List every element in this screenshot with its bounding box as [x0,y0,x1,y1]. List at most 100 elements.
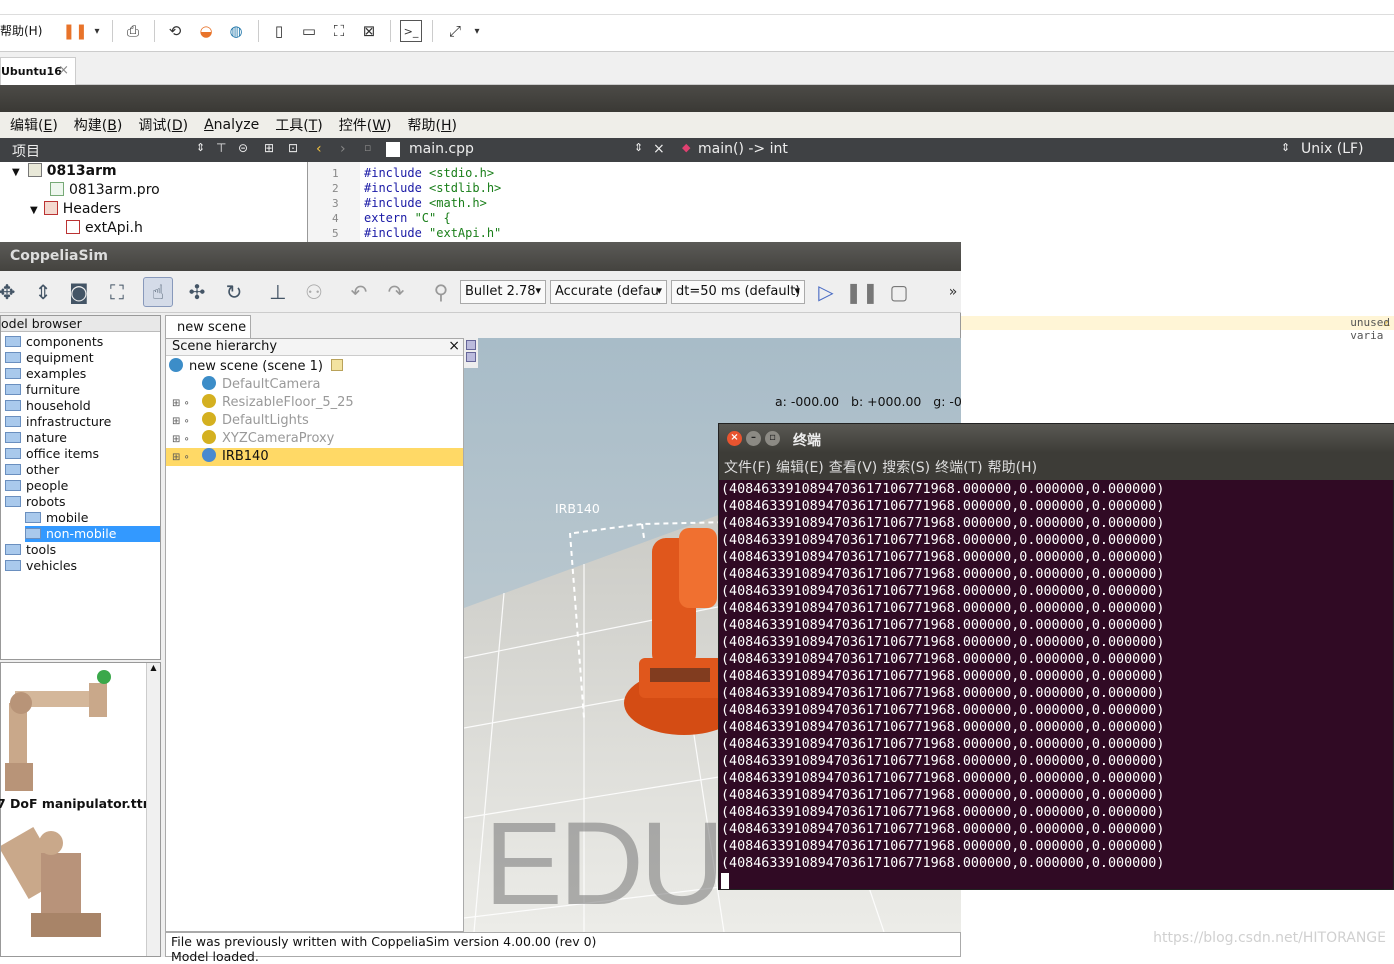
accuracy-select[interactable]: Accurate (defau [550,280,667,304]
vm-tab-ubuntu16[interactable]: Ubuntu16 × [0,57,76,85]
updown-icon[interactable]: ⇕ [1281,141,1290,154]
camera-pan-icon[interactable]: ✥ [0,277,22,307]
model-folder-non-mobile[interactable]: non-mobile [25,526,160,542]
terminal-menu-item[interactable]: 查看(V) [829,457,878,477]
vm-help-menu[interactable]: 帮助(H) [0,22,42,39]
model-folder-vehicles[interactable]: vehicles [5,558,160,574]
thumbnail-bar-icon[interactable]: ▭ [298,20,320,42]
stretch-icon[interactable]: ⤢ [444,20,466,42]
split-icon[interactable]: ⊞ [264,141,274,155]
qt-menu-item[interactable]: 工具(T) [275,115,323,135]
model-folder-examples[interactable]: examples [5,366,160,382]
open-file-name[interactable]: main.cpp [409,141,474,157]
chevron-down-icon[interactable]: ▾ [86,20,108,42]
snapshot-icon[interactable]: ⟲ [164,20,186,42]
terminal-menu-item[interactable]: 文件(F) [724,457,771,477]
transfer-dna-icon[interactable]: ⚇ [299,277,329,307]
qt-menu-item[interactable]: 构建(B) [74,115,123,135]
chevron-down-icon[interactable]: ▾ [466,20,488,42]
model-folder-components[interactable]: components [5,334,160,350]
fullscreen-icon[interactable]: ⛶ [328,20,350,42]
model-folder-tools[interactable]: tools [5,542,160,558]
fit-to-view-icon[interactable]: ⛶ [102,277,132,307]
assemble-icon[interactable]: ⊥ [263,277,293,307]
model-folder-mobile[interactable]: mobile [25,510,160,526]
object-rotate-icon[interactable]: ↻ [219,277,249,307]
thumbnail-scrollbar[interactable]: ▲ [146,663,160,956]
code-line[interactable]: #include <stdlib.h> [364,181,501,196]
undo-icon[interactable]: ↶ [344,277,374,307]
camera-shift-icon[interactable]: ⇕ [28,277,58,307]
hierarchy-item-xyzcameraproxy[interactable]: ⊞ ∘ XYZCameraProxy [166,430,463,448]
filter-icon[interactable]: ⊤ [216,141,226,155]
model-folder-robots[interactable]: robots [5,494,160,510]
hierarchy-item-defaultcamera[interactable]: DefaultCamera [166,376,463,394]
tree-item-project[interactable]: ▼ 0813arm [12,163,117,182]
hierarchy-item-resizablefloor_5_25[interactable]: ⊞ ∘ ResizableFloor_5_25 [166,394,463,412]
updown-icon[interactable]: ⇕ [196,141,205,154]
send-keys-icon[interactable]: ⎙ [122,20,144,42]
stop-icon[interactable]: ▢ [884,277,914,307]
timestep-select[interactable]: dt=50 ms (default) [671,280,805,304]
terminal-output[interactable]: (4084633910894703617106771968.000000,0.0… [719,481,1394,891]
line-ending-selector[interactable]: Unix (LF) [1301,141,1364,157]
model-folder-nature[interactable]: nature [5,430,160,446]
terminal-menu-item[interactable]: 帮助(H) [988,457,1037,477]
qt-menu-item[interactable]: 编辑(E) [10,115,58,135]
model-folder-furniture[interactable]: furniture [5,382,160,398]
code-line[interactable]: #include <math.h> [364,196,487,211]
qt-menu-item[interactable]: 调试(D) [138,115,188,135]
qt-menu-item[interactable]: 帮助(H) [408,115,457,135]
model-folder-household[interactable]: household [5,398,160,414]
terminal-menu-item[interactable]: 搜索(S) [882,457,930,477]
minimize-icon[interactable]: – [746,431,761,446]
model-folder-office-items[interactable]: office items [5,446,160,462]
unity-icon[interactable]: ⊠ [358,20,380,42]
console-icon[interactable]: >_ [400,20,422,42]
link-icon[interactable]: ⊝ [238,141,248,155]
terminal-menu-item[interactable]: 编辑(E) [776,457,824,477]
model-folder-people[interactable]: people [5,478,160,494]
play-icon[interactable]: ▷ [811,277,841,307]
tree-item-pro-file[interactable]: 0813arm.pro [50,182,160,201]
hierarchy-item-irb140[interactable]: ⊞ ∘ IRB140 [166,448,463,466]
code-line[interactable]: #include <stdio.h> [364,166,494,181]
qt-menu-item[interactable]: 控件(W) [339,115,392,135]
close-icon[interactable]: × [58,63,69,78]
qt-menu-item[interactable]: Analyze [204,117,259,133]
model-folder-other[interactable]: other [5,462,160,478]
dynamics-icon[interactable]: ⚲ [426,277,456,307]
hierarchy-item-defaultlights[interactable]: ⊞ ∘ DefaultLights [166,412,463,430]
scene-root[interactable]: new scene (scene 1) [166,358,463,376]
camera-icon[interactable]: ◙ [64,277,94,307]
more-icon[interactable]: » [938,277,968,307]
redo-icon[interactable]: ↷ [381,277,411,307]
model-folder-equipment[interactable]: equipment [5,350,160,366]
code-editor[interactable]: 1 2 3 4 5 #include <stdio.h> #include <stdlib… [308,162,1394,242]
code-line[interactable]: extern "C" { [364,211,451,226]
select-icon[interactable]: ☝ [143,277,173,307]
viewport-scrollbar[interactable] [464,338,478,368]
back-icon[interactable]: ‹ [316,141,322,157]
object-shift-icon[interactable]: ✣ [182,277,212,307]
tree-item-extapi-h[interactable]: extApi.h [66,220,143,239]
maximize-icon[interactable]: ▫ [765,431,780,446]
forward-icon[interactable]: › [340,141,346,157]
function-selector[interactable]: main() -> int [698,141,788,157]
snapshot-manager-icon[interactable]: ◍ [225,20,247,42]
pause-icon[interactable]: ❚❚ [845,277,879,307]
physics-engine-select[interactable]: Bullet 2.78 [460,280,546,304]
model-folder-infrastructure[interactable]: infrastructure [5,414,160,430]
snapshot-restore-icon[interactable]: ◒ [195,20,217,42]
close-pane-icon[interactable]: ⊡ [288,141,298,155]
close-icon[interactable]: × [448,338,460,354]
tree-item-headers[interactable]: ▼ Headers [30,201,121,220]
code-line[interactable]: #include "extApi.h" [364,226,501,241]
close-icon[interactable]: × [653,141,665,157]
scene-tab[interactable]: new scene [165,315,251,339]
terminal-menu-item[interactable]: 终端(T) [935,457,982,477]
pause-icon[interactable]: ❚❚ [62,20,87,42]
sidebar-icon[interactable]: ▯ [268,20,290,42]
close-icon[interactable]: × [727,431,742,446]
updown-icon[interactable]: ⇕ [634,141,643,154]
